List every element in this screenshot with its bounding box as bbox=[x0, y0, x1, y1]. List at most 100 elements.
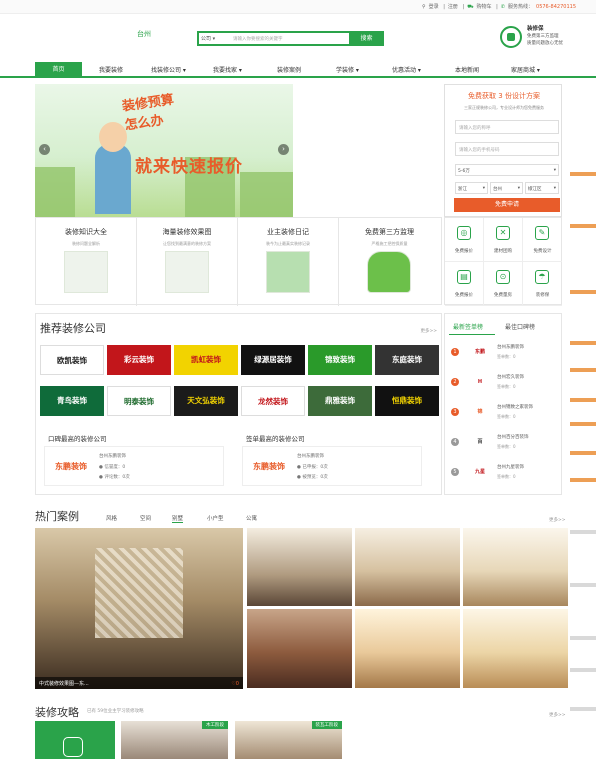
case-photo[interactable] bbox=[463, 609, 568, 688]
edge-mark bbox=[570, 636, 596, 640]
ranking-row[interactable]: 3 锦台州锦致之家装饰 签单数：0 bbox=[451, 400, 561, 426]
nav-offers[interactable]: 优惠活动 ▾ bbox=[392, 65, 421, 74]
ranking-row[interactable]: 1 东鹏 台州东鹏装饰 签单数：0 bbox=[451, 340, 561, 366]
company-logo[interactable]: 凯虹装饰 bbox=[174, 345, 238, 375]
case-caption: 中式装修效果图—东... bbox=[39, 681, 89, 687]
budget-select[interactable]: 5-6万 ▾ bbox=[455, 164, 559, 176]
city-select[interactable]: 台州 ▾ bbox=[490, 182, 523, 194]
company-logo[interactable]: 天文弘装饰 bbox=[174, 386, 238, 416]
ranking-row[interactable]: 2 H 台州宏久装饰 签单数：0 bbox=[451, 370, 561, 396]
cart-link[interactable]: 购物车 bbox=[477, 4, 492, 10]
province-select[interactable]: 浙江 ▾ bbox=[455, 182, 488, 194]
banner-headline: 就来快速报价 bbox=[135, 157, 243, 177]
register-link[interactable]: 注册 bbox=[448, 4, 458, 10]
edge-mark bbox=[570, 368, 596, 372]
case-photo-main[interactable]: 中式装修效果图—东... ♡0 bbox=[35, 528, 243, 689]
feature-card[interactable]: 海量装修效果图 让您找到最满意的装修方案 bbox=[137, 218, 238, 306]
feature-cards: 装修知识大全 装修问题全解析 海量装修效果图 让您找到最满意的装修方案 业主装修日记… bbox=[35, 217, 442, 306]
company-logo[interactable]: 东庭装饰 bbox=[375, 345, 439, 375]
tool-quote2[interactable]: ▤ 免费报价 bbox=[445, 262, 484, 306]
top-links: ⚲ 登录 | 注册 | ⛟ 购物车 | ✆ 服务热线： 0576-84270115 bbox=[421, 4, 576, 10]
measure-icon: ⊙ bbox=[496, 270, 510, 284]
feature-card[interactable]: 装修知识大全 装修问题全解析 bbox=[36, 218, 137, 306]
tool-quote[interactable]: ◎ 免费报价 bbox=[445, 218, 484, 262]
edge-mark bbox=[570, 530, 596, 534]
nav-learn[interactable]: 学装修 ▾ bbox=[336, 65, 359, 74]
company-logo[interactable]: 青鸟装饰 bbox=[40, 386, 104, 416]
guide-feature-tile[interactable] bbox=[35, 721, 115, 759]
nav-decorate[interactable]: 我要装修 bbox=[99, 65, 123, 74]
case-tab[interactable]: 别墅 bbox=[172, 514, 184, 523]
case-photo[interactable] bbox=[247, 528, 352, 606]
name-input[interactable]: 请输入您的称呼 bbox=[455, 120, 559, 134]
form-subtitle: 三家正规装修公司，专业设计师为您免费服务 bbox=[464, 105, 544, 110]
feature-card[interactable]: 免费第三方监理 严格施工把控保质量 bbox=[339, 218, 440, 306]
prev-arrow-icon[interactable]: ‹ bbox=[39, 144, 50, 155]
feature-card[interactable]: 业主装修日记 装今为止最真实装修记录 bbox=[238, 218, 339, 306]
tool-grid: ◎ 免费报价 ✕ 建材团购 ✎ 免费设计 ▤ 免费报价 ⊙ 免费量房 ☂ 装修保 bbox=[444, 217, 562, 306]
case-tab[interactable]: 公寓 bbox=[246, 514, 257, 522]
user-icon: ⚲ bbox=[421, 4, 426, 10]
case-tab[interactable]: 空间 bbox=[140, 514, 151, 522]
case-photo[interactable] bbox=[355, 528, 460, 606]
company-logo[interactable]: 彩云装饰 bbox=[107, 345, 171, 375]
edge-mark bbox=[570, 290, 596, 294]
ranking-row[interactable]: 5 九星 台州九星装饰 签单数：0 bbox=[451, 460, 561, 486]
praise-company-card[interactable]: 东鹏装饰 台州东鹏装饰 ● 信誉度：0 ● 评论数：0次 bbox=[44, 446, 224, 486]
orders-company-card[interactable]: 东鹏装饰 台州东鹏装饰 ● 已申报：0次 ● 被预览：0次 bbox=[242, 446, 422, 486]
case-photo[interactable] bbox=[463, 528, 568, 606]
nav-home[interactable]: 首页 bbox=[35, 62, 82, 78]
case-tab[interactable]: 风格 bbox=[106, 514, 117, 522]
company-logo[interactable]: 锦致装饰 bbox=[308, 345, 372, 375]
company-logo[interactable]: 龙然装饰 bbox=[241, 386, 305, 416]
cases-title: 热门案例 bbox=[35, 510, 79, 523]
nav-mall[interactable]: 家居商城 ▾ bbox=[511, 65, 540, 74]
design-icon: ✎ bbox=[535, 226, 549, 240]
tool-design[interactable]: ✎ 免费设计 bbox=[523, 218, 562, 262]
phone-input[interactable]: 请输入您的手机号码 bbox=[455, 142, 559, 156]
apply-button[interactable]: 免费申请 bbox=[454, 198, 560, 212]
district-select[interactable]: 椒江区 ▾ bbox=[525, 182, 559, 194]
tool-groupbuy[interactable]: ✕ 建材团购 bbox=[484, 218, 523, 262]
guide-photo[interactable]: 木工阶段 bbox=[121, 721, 228, 759]
ranking-row[interactable]: 4 百台州百分百装饰 签单数：0 bbox=[451, 430, 561, 456]
company-logo[interactable]: 欧凯装饰 bbox=[40, 345, 104, 375]
login-link[interactable]: 登录 bbox=[429, 4, 439, 10]
search-scope-select[interactable]: 公司 ▾ bbox=[201, 35, 215, 42]
hero-banner[interactable]: 装修预算 怎么办 就来快速报价 ‹ › bbox=[35, 84, 293, 217]
tab-best-praise[interactable]: 最佳口碑榜 bbox=[505, 322, 535, 331]
tool-measure[interactable]: ⊙ 免费量房 bbox=[484, 262, 523, 306]
banner-line1: 装修预算 怎么办 bbox=[121, 92, 175, 134]
search-button[interactable]: 搜索 bbox=[349, 31, 384, 46]
top-bar: ⚲ 登录 | 注册 | ⛟ 购物车 | ✆ 服务热线： 0576-84270115 bbox=[0, 0, 596, 14]
recommend-more-link[interactable]: 更多>> bbox=[420, 328, 437, 334]
recommend-section: 推荐装修公司 更多>> 欧凯装饰 彩云装饰 凯虹装饰 绿源居装饰 锦致装饰 东庭… bbox=[35, 313, 442, 495]
case-photo[interactable] bbox=[355, 609, 460, 688]
case-tab[interactable]: 小户型 bbox=[207, 514, 224, 522]
case-photo[interactable] bbox=[247, 609, 352, 688]
tool-guarantee[interactable]: ☂ 装修保 bbox=[523, 262, 562, 306]
stage-badge: 木工阶段 bbox=[202, 721, 228, 729]
main-nav: 首页 我要装修 找装修公司 ▾ 我要找家 ▾ 装修案例 学装修 ▾ 优惠活动 ▾… bbox=[0, 62, 596, 78]
notebook-icon bbox=[266, 251, 310, 293]
search-input[interactable]: 请输入你要搜索的关键字 bbox=[233, 36, 283, 42]
nav-cases[interactable]: 装修案例 bbox=[277, 65, 301, 74]
company-logo[interactable]: 鼎雅装饰 bbox=[308, 386, 372, 416]
nav-news[interactable]: 本地新闻 bbox=[455, 65, 479, 74]
quote-form: 免费获取 3 份设计方案 三家正规装修公司，专业设计师为您免费服务 请输入您的称… bbox=[444, 84, 562, 217]
next-arrow-icon[interactable]: › bbox=[278, 144, 289, 155]
guide-photo[interactable]: 装瓦工阶段 bbox=[235, 721, 342, 759]
company-logo[interactable]: 恒鼎装饰 bbox=[375, 386, 439, 416]
tab-latest-orders[interactable]: 最新签单榜 bbox=[453, 322, 483, 331]
guide-subtitle: 已有 59位业主学习装修攻略 bbox=[87, 709, 144, 714]
cases-more-link[interactable]: 更多>> bbox=[549, 517, 566, 523]
orders-title: 签单最高的装修公司 bbox=[246, 435, 305, 443]
nav-find-company[interactable]: 找装修公司 ▾ bbox=[151, 65, 186, 74]
guide-more-link[interactable]: 更多>> bbox=[549, 712, 566, 718]
nav-find-home[interactable]: 我要找家 ▾ bbox=[213, 65, 242, 74]
company-logo[interactable]: 绿源居装饰 bbox=[241, 345, 305, 375]
city-selector[interactable]: 台州 bbox=[137, 29, 151, 39]
like-icon[interactable]: ♡0 bbox=[231, 681, 239, 687]
company-logo[interactable]: 明泰装饰 bbox=[107, 386, 171, 416]
phone-icon: ✆ bbox=[500, 4, 505, 10]
